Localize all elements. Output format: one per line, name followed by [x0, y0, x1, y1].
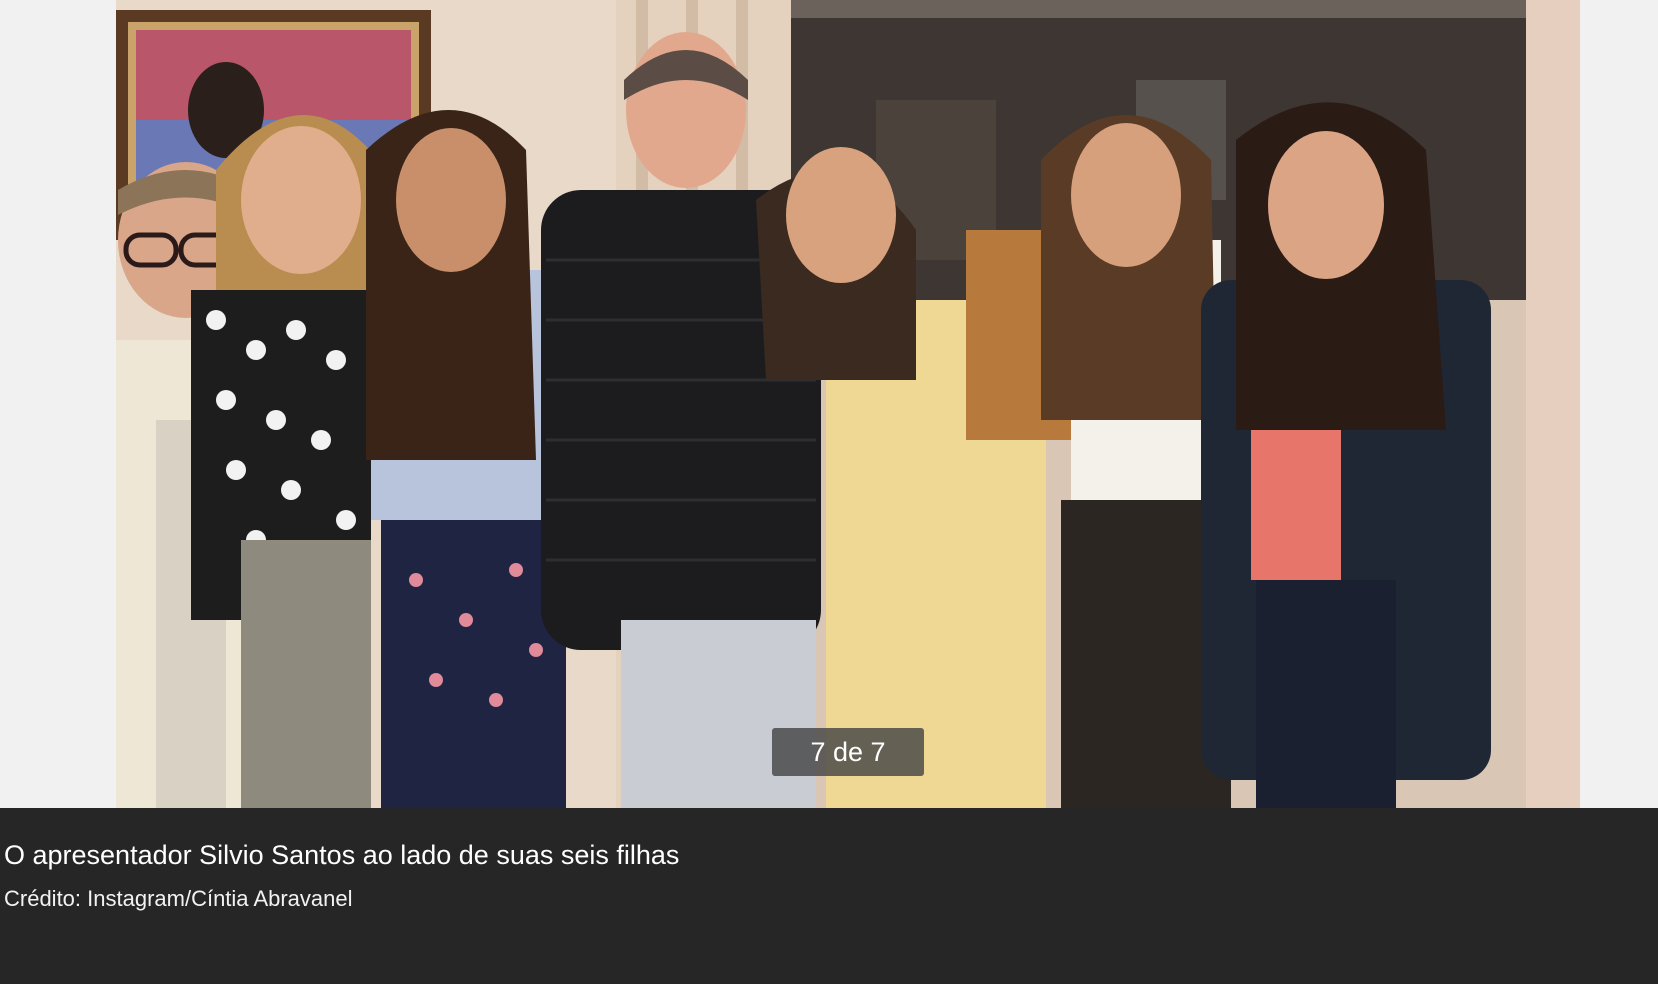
group-photo-image — [116, 0, 1580, 808]
photo-credit: Crédito: Instagram/Cíntia Abravanel — [4, 886, 353, 911]
photo-gallery: 7 de 7 — [0, 0, 1658, 808]
slide-counter: 7 de 7 — [772, 728, 924, 776]
photo-caption: O apresentador Silvio Santos ao lado de … — [4, 840, 680, 870]
gallery-photo[interactable] — [116, 0, 1580, 808]
caption-bar: O apresentador Silvio Santos ao lado de … — [0, 808, 1658, 984]
page-bottom-strip — [0, 984, 1658, 992]
